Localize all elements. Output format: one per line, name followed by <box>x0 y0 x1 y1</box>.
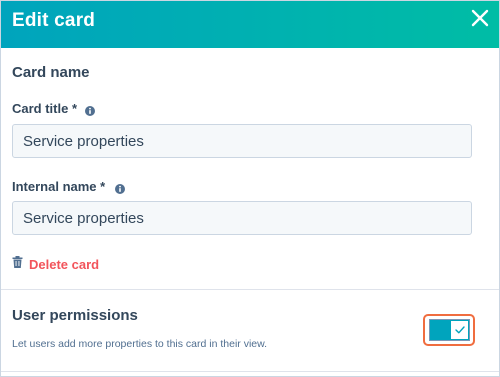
delete-card-label: Delete card <box>29 256 100 272</box>
trash-icon <box>12 255 23 273</box>
card-title-label: Card title * <box>12 101 78 116</box>
info-icon[interactable] <box>85 103 95 116</box>
card-title-input[interactable] <box>12 124 472 158</box>
card-name-section-title: Card name <box>12 64 90 81</box>
panel-title: Edit card <box>12 10 96 31</box>
toggle-knob <box>451 321 468 339</box>
bottom-divider <box>1 371 499 372</box>
close-icon[interactable] <box>468 6 492 30</box>
user-permissions-toggle[interactable] <box>429 319 470 341</box>
internal-name-label: Internal name * <box>12 179 106 194</box>
section-divider <box>1 289 499 290</box>
user-permissions-section-title: User permissions <box>12 307 138 324</box>
delete-card-button[interactable]: Delete card <box>12 256 99 272</box>
edit-card-panel: Edit card Card name Card title * Interna… <box>0 0 500 377</box>
panel-header: Edit card <box>1 1 499 48</box>
permissions-description: Let users add more properties to this ca… <box>12 338 268 350</box>
internal-name-input[interactable] <box>12 201 472 235</box>
checkmark-icon <box>454 321 465 339</box>
info-icon[interactable] <box>115 181 125 194</box>
